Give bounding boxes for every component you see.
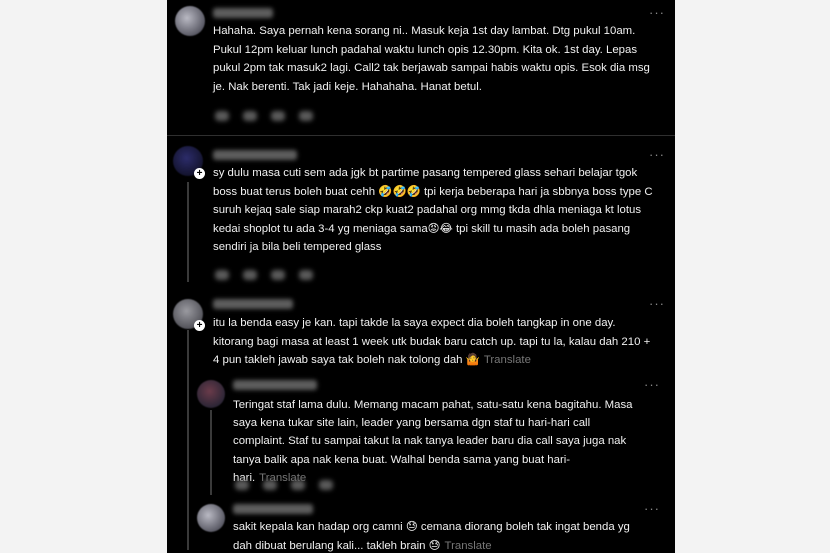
repost-icon[interactable] [271, 270, 285, 280]
comment: + ··· itu la benda easy je kan. tapi tak… [167, 293, 675, 373]
comment-actions [235, 477, 347, 491]
reply-icon[interactable] [263, 480, 277, 490]
comment-text: itu la benda easy je kan. tapi takde la … [213, 314, 653, 370]
comment-reply: ··· sakit kepala kan hadap org camni 😓 c… [167, 498, 675, 553]
translate-link[interactable]: Translate [445, 540, 492, 552]
more-horizontal-icon[interactable]: ··· [644, 502, 660, 515]
avatar[interactable] [197, 380, 225, 408]
username[interactable] [213, 150, 297, 160]
comment-actions [215, 108, 327, 122]
plus-icon[interactable]: + [194, 320, 205, 331]
comment: + ··· sy dulu masa cuti sem ada jgk bt p… [167, 136, 675, 292]
comment-text: Hahaha. Saya pernah kena sorang ni.. Mas… [213, 25, 650, 93]
like-icon[interactable] [235, 480, 249, 490]
comment-text: sakit kepala kan hadap org camni 😓 ceman… [233, 518, 643, 553]
username[interactable] [213, 299, 293, 309]
comment-text-content: sakit kepala kan hadap org camni 😓 ceman… [233, 521, 630, 552]
reply-icon[interactable] [243, 270, 257, 280]
comment-actions [215, 267, 327, 281]
share-icon[interactable] [299, 111, 313, 121]
comment-text: sy dulu masa cuti sem ada jgk bt partime… [213, 167, 653, 254]
avatar[interactable] [197, 504, 225, 532]
more-horizontal-icon[interactable]: ··· [644, 378, 660, 391]
avatar[interactable] [175, 6, 205, 36]
username[interactable] [233, 504, 313, 514]
username[interactable] [213, 8, 273, 18]
username[interactable] [233, 380, 317, 390]
share-icon[interactable] [299, 270, 313, 280]
like-icon[interactable] [215, 111, 229, 121]
share-icon[interactable] [319, 480, 333, 490]
comment-text: Teringat staf lama dulu. Memang macam pa… [233, 396, 643, 487]
more-horizontal-icon[interactable]: ··· [649, 148, 665, 161]
translate-link[interactable]: Translate [484, 354, 531, 366]
comment-reply: ··· Teringat staf lama dulu. Memang maca… [167, 374, 675, 494]
thread-line [210, 410, 212, 495]
more-horizontal-icon[interactable]: ··· [649, 297, 665, 310]
comment-text-content: itu la benda easy je kan. tapi takde la … [213, 317, 651, 367]
repost-icon[interactable] [271, 111, 285, 121]
repost-icon[interactable] [291, 480, 305, 490]
like-icon[interactable] [215, 270, 229, 280]
plus-icon[interactable]: + [194, 168, 205, 179]
thread-line [187, 182, 189, 282]
comment: ··· Hahaha. Saya pernah kena sorang ni..… [167, 0, 675, 135]
reply-icon[interactable] [243, 111, 257, 121]
comments-panel: ··· Hahaha. Saya pernah kena sorang ni..… [167, 0, 675, 553]
more-horizontal-icon[interactable]: ··· [649, 6, 665, 19]
